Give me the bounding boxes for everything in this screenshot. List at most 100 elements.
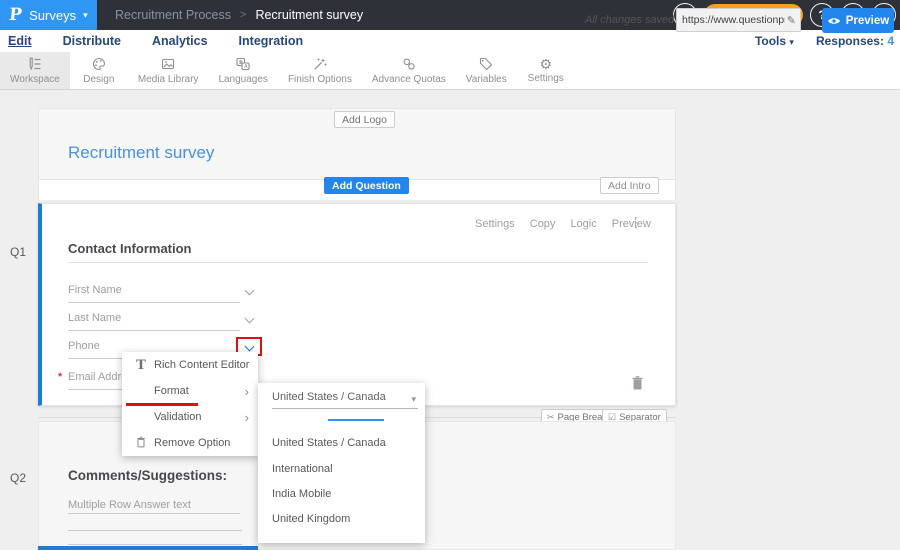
media-library-icon <box>160 56 176 72</box>
breadcrumb: Recruitment Process > Recruitment survey <box>115 8 363 22</box>
toolbar-item-languages[interactable]: A Languages <box>208 52 278 89</box>
breadcrumb-current: Recruitment survey <box>255 8 363 22</box>
toolbar-item-workspace[interactable]: Workspace <box>0 52 70 89</box>
answer-line <box>68 530 242 531</box>
tab-distribute[interactable]: Distribute <box>63 34 121 48</box>
menu-item-validation[interactable]: Validation › <box>122 404 258 430</box>
format-submenu-panel: United States / Canada ▾ United States /… <box>258 383 425 543</box>
toolbar-item-settings[interactable]: ⚙ Settings <box>517 52 575 89</box>
heading-divider <box>68 262 648 263</box>
question-heading-q1[interactable]: Contact Information <box>68 241 192 256</box>
toolbar-item-label: Settings <box>528 73 564 84</box>
next-question-accent-bar <box>38 546 258 550</box>
tab-analytics[interactable]: Analytics <box>152 34 208 48</box>
toolbar-item-media-library[interactable]: Media Library <box>128 52 209 89</box>
eye-icon <box>827 16 841 26</box>
format-option-india-mobile[interactable]: India Mobile <box>272 488 331 500</box>
variables-icon <box>478 56 494 72</box>
finish-options-icon <box>312 56 328 72</box>
toolbar-item-label: Media Library <box>138 74 199 85</box>
submenu-arrow-icon: › <box>245 385 249 398</box>
toolbar-item-design[interactable]: Design <box>70 52 128 89</box>
add-intro-button[interactable]: Add Intro <box>600 177 659 194</box>
edit-url-icon[interactable]: ✎ <box>787 14 800 27</box>
active-option-indicator <box>328 419 384 421</box>
responses-label: Responses: <box>816 34 884 48</box>
question-actions: Settings Copy Logic Preview <box>475 218 651 230</box>
toolbar-item-label: Workspace <box>10 74 60 85</box>
preview-button[interactable]: Preview <box>822 8 894 33</box>
menu-item-remove-option[interactable]: Remove Option <box>122 430 258 456</box>
field-label-first-name[interactable]: First Name <box>68 284 122 296</box>
breadcrumb-parent[interactable]: Recruitment Process <box>115 8 231 22</box>
svg-text:A: A <box>244 64 248 70</box>
toolbar-item-advance-quotas[interactable]: Advance Quotas <box>362 52 456 89</box>
add-question-button[interactable]: Add Question <box>324 177 409 194</box>
tab-integration[interactable]: Integration <box>239 34 304 48</box>
survey-url-input[interactable] <box>677 14 787 26</box>
more-options-icon[interactable]: ⋮ <box>629 214 643 231</box>
menu-item-label: Remove Option <box>154 437 230 449</box>
breadcrumb-separator-icon: > <box>240 9 246 21</box>
toolbar-item-label: Design <box>83 74 114 85</box>
field-label-last-name[interactable]: Last Name <box>68 312 121 324</box>
chevron-down-icon: ▾ <box>83 11 88 20</box>
answer-line <box>68 513 240 514</box>
chevron-down-icon: ▾ <box>789 37 794 47</box>
editor-toolbar: Workspace Design Media Library A Languag… <box>0 52 900 90</box>
product-switcher[interactable]: P Surveys ▾ <box>0 0 97 30</box>
preview-label: Preview <box>846 15 889 27</box>
toolbar-item-label: Advance Quotas <box>372 74 446 85</box>
toolbar-item-label: Variables <box>466 74 507 85</box>
toolbar-item-finish-options[interactable]: Finish Options <box>278 52 362 89</box>
toolbar-item-variables[interactable]: Variables <box>456 52 517 89</box>
settings-icon: ⚙ <box>539 57 552 71</box>
answer-line <box>68 544 242 545</box>
design-icon <box>91 56 107 72</box>
menu-item-label: Format <box>154 385 189 397</box>
question-number-q1: Q1 <box>10 245 26 259</box>
tab-edit[interactable]: Edit <box>8 34 32 48</box>
trash-icon <box>631 375 644 391</box>
field-underline <box>68 302 240 303</box>
select-caret-icon: ▾ <box>411 394 416 405</box>
responses-link[interactable]: Responses: 4 <box>816 34 894 48</box>
toolbar-item-label: Finish Options <box>288 74 352 85</box>
menu-item-format[interactable]: Format › <box>122 378 258 404</box>
field-underline <box>68 330 240 331</box>
submenu-arrow-icon: › <box>245 411 249 424</box>
phone-format-select[interactable]: United States / Canada ▾ <box>272 391 418 409</box>
format-option-international[interactable]: International <box>272 463 333 475</box>
tabbar-right: Tools ▾ Responses: 4 <box>755 30 894 52</box>
survey-url-box: ✎ <box>676 8 801 32</box>
tools-menu[interactable]: Tools ▾ <box>755 34 794 48</box>
delete-question-button[interactable] <box>631 375 644 394</box>
selected-format-value: United States / Canada <box>272 391 386 403</box>
question-heading-q2[interactable]: Comments/Suggestions: <box>68 468 227 483</box>
text-format-icon: T <box>132 358 150 373</box>
annotation-underline <box>126 403 198 406</box>
menu-item-rich-content-editor[interactable]: T Rich Content Editor <box>122 352 258 378</box>
survey-tabbar: Edit Distribute Analytics Integration To… <box>0 30 900 52</box>
format-option-united-kingdom[interactable]: United Kingdom <box>272 513 350 525</box>
question-settings-link[interactable]: Settings <box>475 218 515 230</box>
menu-item-label: Validation <box>154 411 202 423</box>
advance-quotas-icon <box>401 56 417 72</box>
question-number-q2: Q2 <box>10 471 26 485</box>
menu-item-label: Rich Content Editor <box>154 359 249 371</box>
required-marker: * <box>58 371 62 383</box>
format-option-us-canada[interactable]: United States / Canada <box>272 437 386 449</box>
questionpro-logo-icon: P <box>8 5 23 25</box>
question-copy-link[interactable]: Copy <box>530 218 556 230</box>
toolbar-item-label: Languages <box>218 74 268 85</box>
save-status: All changes saved <box>585 14 674 26</box>
workspace-icon <box>27 56 43 72</box>
field-context-menu: T Rich Content Editor Format › Validatio… <box>122 352 258 456</box>
question-logic-link[interactable]: Logic <box>570 218 596 230</box>
field-label-phone[interactable]: Phone <box>68 340 100 352</box>
languages-icon: A <box>235 56 251 72</box>
tools-label: Tools <box>755 34 786 48</box>
survey-title[interactable]: Recruitment survey <box>68 143 214 163</box>
multirow-answer-placeholder[interactable]: Multiple Row Answer text <box>68 499 191 511</box>
add-logo-button[interactable]: Add Logo <box>334 111 395 128</box>
